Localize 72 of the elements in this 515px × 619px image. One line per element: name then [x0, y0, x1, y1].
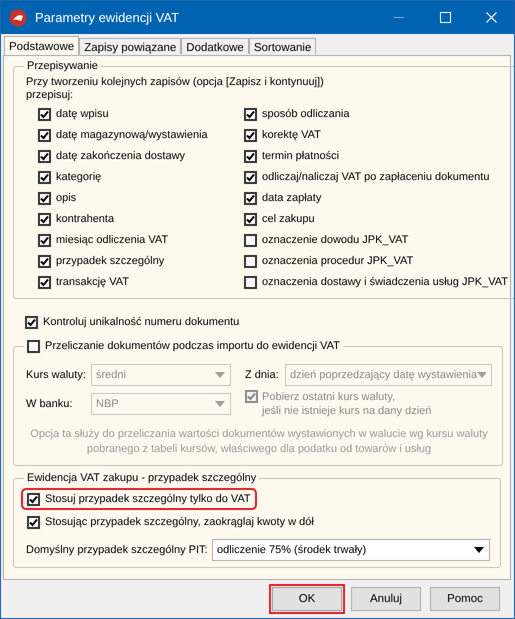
- window-title: Parametry ewidencji VAT: [35, 10, 180, 25]
- checkbox[interactable]: [27, 492, 40, 506]
- close-icon[interactable]: [486, 12, 496, 23]
- checkbox-label: transakcję VAT: [56, 276, 129, 288]
- checkbox[interactable]: [38, 234, 51, 246]
- field-label: W banku:: [26, 398, 74, 410]
- checkbox[interactable]: [25, 316, 38, 328]
- checkbox[interactable]: [38, 128, 51, 142]
- checkbox[interactable]: [244, 212, 257, 226]
- tab[interactable]: Sortowanie: [248, 38, 316, 54]
- dropdown-value: średni: [96, 369, 126, 381]
- checkbox-label: kontrahenta: [56, 213, 114, 225]
- checkbox[interactable]: [244, 254, 257, 268]
- checkbox-label: datę zakończenia dostawy: [56, 150, 186, 162]
- group-title: Przepisywanie: [26, 60, 99, 72]
- dropdown-value: dzień poprzedzający datę wystawienia: [290, 369, 478, 381]
- checkbox[interactable]: [244, 192, 257, 204]
- checkbox-label: miesiąc odliczenia VAT: [56, 234, 168, 246]
- checkbox-label: przypadek szczególny: [56, 255, 164, 267]
- field-label: Domyślny przypadek szczególny PIT:: [26, 544, 208, 556]
- checkbox[interactable]: [38, 150, 51, 162]
- tab[interactable]: Dodatkowe: [181, 38, 249, 54]
- cancel-button[interactable]: Anuluj: [351, 587, 421, 611]
- hint-text: Opcja ta służy do przeliczania wartości dokumentów wystawionych w walucie wg kursu waluty pobranego z tabeli kursów, właściwego dla podatku od towarów i usług: [29, 427, 489, 457]
- checkbox[interactable]: [244, 170, 257, 184]
- checkbox[interactable]: [38, 170, 51, 184]
- tab[interactable]: Zapisy powiązane: [79, 38, 182, 54]
- checkbox-label: oznaczenia procedur JPK_VAT: [262, 255, 414, 267]
- checkbox[interactable]: [244, 276, 257, 288]
- checkbox-label: datę magazynową/wystawienia: [56, 129, 208, 141]
- checkbox-label: Kontroluj unikalność numeru dokumentu: [43, 316, 240, 328]
- checkbox-label: oznaczenie dowodu JPK_VAT: [262, 234, 408, 246]
- maximize-icon[interactable]: [440, 12, 450, 23]
- checkbox-label: data zapłaty: [262, 192, 322, 204]
- dropdown-arrow-icon: [215, 372, 225, 378]
- checkbox-label: korektę VAT: [262, 129, 321, 141]
- field-label: Kurs waluty:: [26, 369, 87, 381]
- help-button[interactable]: Pomoc: [430, 587, 500, 611]
- checkbox-label: odliczaj/naliczaj VAT po zapłaceniu dokumentu: [262, 171, 490, 183]
- checkbox-label: Stosując przypadek szczególny, zaokrąglaj kwoty w dół: [45, 516, 314, 528]
- checkbox[interactable]: [38, 212, 51, 226]
- app-icon: [9, 8, 27, 26]
- dropdown[interactable]: odliczenie 75% (środek trwały): [212, 539, 490, 561]
- checkbox[interactable]: [244, 150, 257, 162]
- checkbox[interactable]: [38, 276, 51, 288]
- checkbox-label: termin płatności: [262, 150, 340, 162]
- checkbox-label: Przeliczanie dokumentów podczas importu do ewidencji VAT: [45, 340, 340, 352]
- checkbox-label: opis: [56, 192, 76, 204]
- checkbox[interactable]: [27, 516, 40, 528]
- dropdown-value: odliczenie 75% (środek trwały): [217, 544, 366, 556]
- dropdown-value: NBP: [96, 398, 119, 410]
- checkbox[interactable]: [38, 192, 51, 204]
- dropdown-arrow-icon: [215, 401, 225, 407]
- checkbox-label: kategorię: [56, 171, 102, 183]
- dropdown-arrow-icon: [474, 547, 484, 553]
- checkbox[interactable]: [244, 234, 257, 246]
- checkbox-label: sposób odliczania: [262, 108, 350, 120]
- checkbox-label: Pobierz ostatni kurs waluty, jeśli nie istnieje kurs na dany dzień: [262, 390, 432, 418]
- ok-button[interactable]: OK: [272, 587, 342, 611]
- checkbox[interactable]: [244, 128, 257, 142]
- instruction-text: Przy tworzeniu kolejnych zapisów (opcja [Zapisz i kontynuuj]) przepisuj:: [26, 76, 325, 102]
- checkbox-label: oznaczenia dostawy i świadczenia usług JPK_VAT: [262, 276, 508, 288]
- checkbox-label: datę wpisu: [56, 108, 109, 120]
- checkbox[interactable]: [38, 254, 51, 268]
- field-label: Z dnia:: [245, 369, 280, 381]
- checkbox-label: cel zakupu: [262, 213, 315, 225]
- checkbox[interactable]: [244, 108, 257, 120]
- tab[interactable]: Podstawowe: [4, 36, 80, 55]
- group-title: Ewidencja VAT zakupu - przypadek szczególny: [26, 472, 258, 484]
- dropdown-arrow-icon: [477, 372, 486, 378]
- checkbox-label: Stosuj przypadek szczególny tylko do VAT: [45, 493, 251, 505]
- checkbox[interactable]: [38, 108, 51, 120]
